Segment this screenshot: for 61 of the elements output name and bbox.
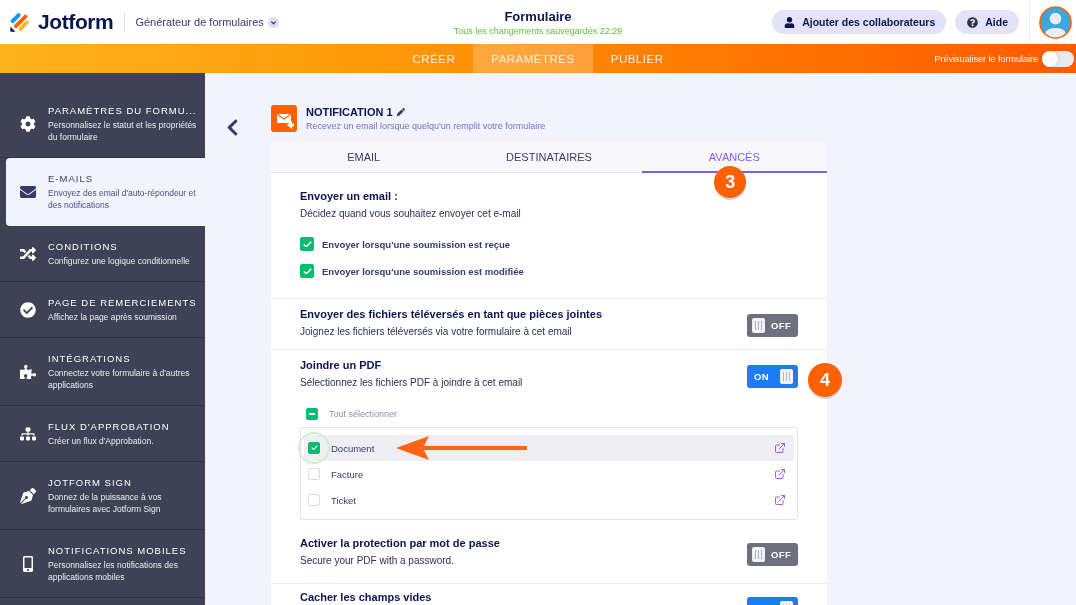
file-name: Ticket	[331, 494, 357, 506]
section-title: Envoyer un email :	[300, 189, 399, 203]
envelope-icon	[271, 105, 297, 132]
puzzle-icon	[20, 363, 36, 380]
step-badge: 3	[714, 166, 747, 198]
section-description: Secure your PDF with a password.	[300, 554, 455, 568]
check-icon	[302, 267, 312, 275]
flowchart-icon	[20, 425, 36, 442]
gear-icon	[20, 115, 36, 132]
checkbox[interactable]	[308, 494, 320, 506]
toggle-switch[interactable]: OFF	[747, 314, 798, 337]
checkbox[interactable]	[308, 468, 320, 480]
phone-icon	[20, 555, 36, 572]
help-button[interactable]: Aide	[955, 10, 1019, 34]
notification-title: NOTIFICATION 1	[306, 106, 393, 118]
shuffle-icon	[20, 245, 36, 262]
preview-toggle[interactable]	[1042, 50, 1074, 67]
pencil-icon[interactable]	[396, 108, 405, 116]
section-title: Joindre un PDF	[300, 358, 383, 372]
file-row[interactable]: Document	[304, 435, 794, 461]
section-description: Joignez les fichiers téléversés via votre formulaire à cet email	[300, 325, 573, 339]
checkbox[interactable]	[300, 264, 314, 278]
file-name: Document	[331, 442, 376, 454]
section-title: Envoyer des fichiers téléversés en tant que pièces jointes	[300, 307, 603, 321]
select-all-label: Tout sélectionner	[329, 409, 398, 419]
avatar-icon[interactable]	[1039, 5, 1072, 39]
toggle-switch[interactable]: OFF	[747, 543, 798, 566]
help-icon	[967, 16, 979, 28]
form-title: Formulaire	[504, 8, 572, 24]
builder-menu[interactable]: Générateur de formulaires	[135, 16, 279, 28]
logo-icon[interactable]	[9, 11, 31, 33]
section-title: Cacher les champs vides	[300, 590, 432, 604]
toggle-switch[interactable]: ON	[747, 365, 798, 388]
chevron-down-icon	[267, 16, 279, 28]
check-icon	[302, 240, 312, 248]
file-name: Facture	[331, 468, 365, 480]
app-name: Jotform	[38, 10, 114, 34]
checkbox[interactable]	[300, 237, 314, 251]
tab[interactable]: EMAIL	[271, 142, 457, 173]
add-collaborators-button[interactable]: Ajouter des collaborateurs	[772, 10, 947, 34]
external-link-icon[interactable]	[774, 442, 786, 454]
section-description: Décidez quand vous souhaitez envoyer cet e-mail	[300, 207, 521, 221]
tab[interactable]: DESTINATAIRES	[456, 142, 642, 173]
check-icon	[310, 445, 318, 451]
sidebar-item[interactable]: E-MAILS Envoyez des email d'auto-répondeur et des notifications	[6, 158, 205, 226]
save-status: Tous les changements sauvegardés 22:29	[453, 25, 623, 36]
minus-icon	[309, 413, 315, 415]
preview-label: Prévisualiser le formulaire	[934, 53, 1038, 64]
external-link-icon[interactable]	[774, 494, 786, 506]
section-description: Sélectionnez les fichiers PDF à joindre à cet email	[300, 376, 523, 390]
checkbox[interactable]	[308, 442, 320, 454]
pen-nib-icon	[20, 487, 36, 504]
section-title: Activer la protection par mot de passe	[300, 536, 500, 550]
user-icon	[784, 16, 796, 28]
notification-subtitle: Recevez un email lorsque quelqu'un remplit votre formulaire	[306, 121, 546, 131]
option-label: Envoyer lorsqu'une soumission est modifiée	[322, 265, 524, 277]
option-label: Envoyer lorsqu'une soumission est reçue	[322, 238, 511, 250]
external-link-icon[interactable]	[774, 468, 786, 480]
step-badge: 4	[808, 363, 842, 397]
envelope-icon	[20, 183, 36, 200]
checkbox[interactable]	[306, 408, 318, 420]
